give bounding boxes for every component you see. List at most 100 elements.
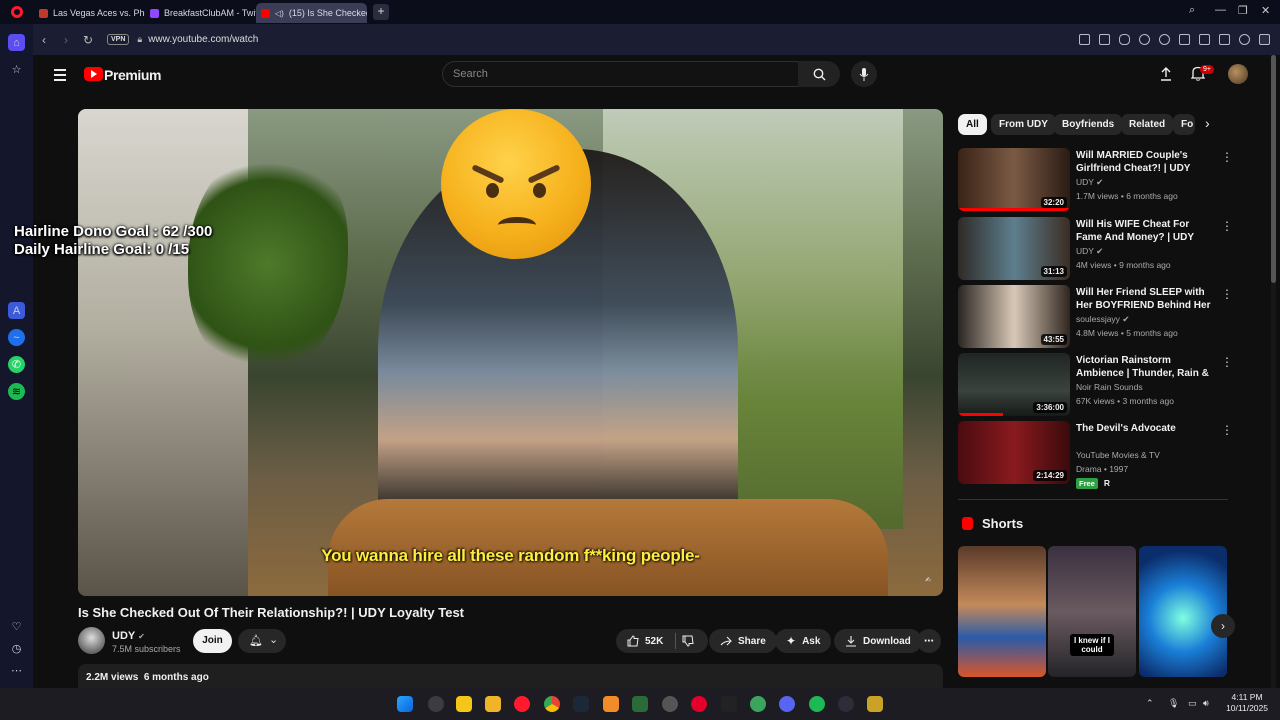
- xbox-icon[interactable]: [632, 696, 648, 712]
- more-vertical-icon[interactable]: ⋮: [1221, 423, 1233, 437]
- sticky-notes-icon[interactable]: [456, 696, 472, 712]
- recommendation-item[interactable]: 2:14:29 The Devil's Advocate YouTube Mov…: [958, 421, 1233, 489]
- volume-icon[interactable]: 🔊︎: [1203, 698, 1209, 709]
- more-vertical-icon[interactable]: ⋮: [1221, 219, 1233, 233]
- more-actions-button[interactable]: ⋯: [917, 629, 941, 653]
- video-thumbnail[interactable]: 32:20: [958, 148, 1070, 211]
- chip-from-udy[interactable]: From UDY: [991, 114, 1056, 135]
- channel-avatar[interactable]: [78, 627, 105, 654]
- vpn-badge[interactable]: VPN: [107, 34, 130, 45]
- chip-all[interactable]: All: [958, 114, 987, 135]
- new-tab-button[interactable]: +: [373, 4, 389, 20]
- spotify-icon[interactable]: [809, 696, 825, 712]
- aria-icon[interactable]: A: [8, 302, 25, 319]
- thumbs-down-icon[interactable]: [682, 635, 694, 647]
- speed-dial-star-icon[interactable]: ☆: [8, 61, 25, 78]
- file-explorer-icon[interactable]: [485, 696, 501, 712]
- tab-twitch[interactable]: BreakfastClubAM - Twitch: [145, 3, 256, 23]
- more-vertical-icon[interactable]: ⋮: [1221, 287, 1233, 301]
- video-title[interactable]: The Devil's Advocate: [1076, 422, 1216, 435]
- profile-icon[interactable]: [1239, 34, 1250, 45]
- messenger-icon[interactable]: ~: [8, 329, 25, 346]
- video-title[interactable]: Will MARRIED Couple's Girlfriend Cheat?!…: [1076, 149, 1216, 175]
- discord-icon[interactable]: [779, 696, 795, 712]
- steam-icon[interactable]: [573, 696, 589, 712]
- chip-boyfriends[interactable]: Boyfriends: [1054, 114, 1123, 135]
- download-button[interactable]: Download: [834, 629, 922, 653]
- reload-icon[interactable]: ↻: [77, 33, 99, 47]
- more-vertical-icon[interactable]: ⋮: [1221, 355, 1233, 369]
- history-icon[interactable]: ◷: [8, 640, 25, 657]
- video-title[interactable]: Will His WIFE Cheat For Fame And Money? …: [1076, 218, 1216, 244]
- video-thumbnail[interactable]: 31:13: [958, 217, 1070, 280]
- menu-icon[interactable]: [1219, 34, 1230, 45]
- blender-icon[interactable]: [603, 696, 619, 712]
- account-avatar[interactable]: [1228, 64, 1248, 84]
- youtube-premium-label[interactable]: Premium: [104, 67, 162, 83]
- opera-icon[interactable]: [691, 696, 707, 712]
- forward-icon[interactable]: ›: [55, 33, 77, 47]
- chip-fo[interactable]: Fo: [1173, 114, 1195, 135]
- video-thumbnail[interactable]: 2:14:29: [958, 421, 1070, 484]
- ask-button[interactable]: ✦ Ask: [775, 629, 832, 653]
- download-icon[interactable]: [1199, 34, 1210, 45]
- microphone-icon[interactable]: 🎙︎: [1168, 698, 1179, 709]
- channel-name[interactable]: UDY ✔: [112, 630, 145, 642]
- shield-icon[interactable]: [1119, 34, 1130, 45]
- recommendation-item[interactable]: 43:55 Will Her Friend SLEEP with Her BOY…: [958, 285, 1233, 349]
- game-icon[interactable]: [750, 696, 766, 712]
- subscription-bell-button[interactable]: 🔔︎ ⌄: [238, 629, 286, 653]
- 4k-downloader-icon[interactable]: [838, 696, 854, 712]
- minimize-button[interactable]: —: [1215, 4, 1226, 16]
- speaker-icon[interactable]: ◁): [275, 9, 284, 18]
- opera-logo-icon[interactable]: [0, 0, 34, 24]
- recommendation-item[interactable]: 31:13 Will His WIFE Cheat For Fame And M…: [958, 217, 1233, 281]
- network-icon[interactable]: ▭: [1188, 698, 1197, 709]
- video-title[interactable]: Will Her Friend SLEEP with Her BOYFRIEND…: [1076, 286, 1216, 312]
- chip-related[interactable]: Related: [1121, 114, 1174, 135]
- video-thumbnail[interactable]: 43:55: [958, 285, 1070, 348]
- menu-hamburger-icon[interactable]: [54, 69, 66, 84]
- channel-name[interactable]: YouTube Movies & TV: [1076, 450, 1160, 460]
- tab-las-vegas[interactable]: Las Vegas Aces vs. Phoeni: [34, 3, 145, 23]
- system-clock[interactable]: 4:11 PM 10/11/2025: [1226, 692, 1268, 714]
- short-thumbnail[interactable]: [1139, 546, 1227, 677]
- search-button[interactable]: [798, 61, 840, 87]
- tray-chevron-icon[interactable]: ⌃: [1146, 698, 1154, 709]
- url-field[interactable]: www.youtube.com/watch: [148, 34, 258, 45]
- heart-icon[interactable]: [1159, 34, 1170, 45]
- channel-name[interactable]: Noir Rain Sounds: [1076, 382, 1143, 392]
- windows-start-icon[interactable]: [397, 696, 413, 712]
- video-player[interactable]: You wanna hire all these random f**king …: [78, 109, 943, 596]
- back-icon[interactable]: ‹: [33, 33, 55, 47]
- video-thumbnail[interactable]: 3:36:00: [958, 353, 1070, 416]
- recommendation-item[interactable]: 3:36:00 Victorian Rainstorm Ambience | T…: [958, 353, 1233, 417]
- spotify-icon[interactable]: ≋: [8, 383, 25, 400]
- chrome-icon[interactable]: [544, 696, 560, 712]
- home-icon[interactable]: ⌂: [8, 34, 25, 51]
- like-button[interactable]: 52K: [627, 635, 663, 647]
- page-scrollbar[interactable]: [1271, 55, 1276, 688]
- shorts-next-chevron-icon[interactable]: ›: [1211, 614, 1235, 638]
- voice-search-button[interactable]: [851, 61, 877, 87]
- join-button[interactable]: Join: [193, 629, 232, 653]
- short-thumbnail[interactable]: I knew if I could: [1048, 546, 1136, 677]
- channel-name[interactable]: UDY ✔: [1076, 177, 1103, 188]
- close-window-button[interactable]: ✕: [1261, 4, 1270, 17]
- taskview-icon[interactable]: [428, 696, 444, 712]
- whatsapp-icon[interactable]: ✆: [8, 356, 25, 373]
- opera-gx-icon[interactable]: [514, 696, 530, 712]
- wallet-icon[interactable]: [1179, 34, 1190, 45]
- search-tabs-icon[interactable]: ⌕: [1189, 4, 1195, 17]
- camera-icon[interactable]: [1099, 34, 1110, 45]
- channel-name[interactable]: soulessjayy ✔: [1076, 314, 1129, 325]
- share-button[interactable]: Share: [709, 629, 777, 653]
- more-vertical-icon[interactable]: ⋮: [1221, 150, 1233, 164]
- video-title[interactable]: Victorian Rainstorm Ambience | Thunder, …: [1076, 354, 1216, 380]
- upload-icon[interactable]: [1160, 67, 1172, 81]
- youtube-logo-icon[interactable]: [84, 67, 103, 81]
- more-icon[interactable]: ⋯: [8, 662, 25, 679]
- chips-next-chevron-icon[interactable]: ›: [1205, 115, 1210, 131]
- play-icon[interactable]: [1139, 34, 1150, 45]
- short-thumbnail[interactable]: [958, 546, 1046, 677]
